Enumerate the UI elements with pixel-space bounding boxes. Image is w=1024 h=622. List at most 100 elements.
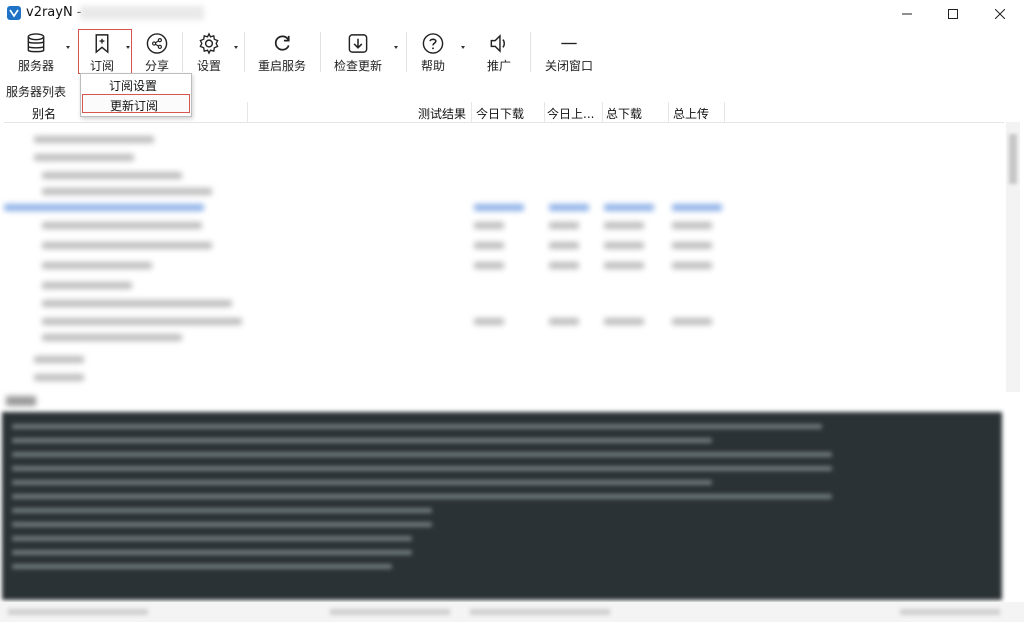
gear-icon <box>199 32 219 55</box>
promote-button[interactable]: 推广 <box>482 30 516 74</box>
speaker-icon <box>490 34 505 53</box>
window-title: v2rayN - <box>26 5 82 20</box>
column-divider <box>602 102 603 122</box>
share-button[interactable]: 分享 <box>140 30 174 74</box>
log-panel[interactable] <box>2 412 1002 600</box>
servers-label: 服务器 <box>17 59 54 73</box>
log-line <box>12 452 832 457</box>
list-item[interactable] <box>42 282 132 289</box>
log-line <box>12 550 412 555</box>
column-header-total-up[interactable]: 总上传 <box>673 105 709 122</box>
log-line <box>12 424 822 429</box>
bookmark-plus-icon <box>95 34 109 54</box>
list-item[interactable] <box>42 222 202 229</box>
list-item[interactable] <box>42 300 232 307</box>
help-dropdown-arrow[interactable] <box>461 46 465 49</box>
list-item <box>604 222 644 229</box>
subscription-dropdown-arrow[interactable] <box>126 46 130 49</box>
refresh-icon <box>274 35 290 51</box>
menu-item-label: 更新订阅 <box>110 99 159 113</box>
list-item <box>549 318 579 325</box>
list-item[interactable] <box>42 334 182 341</box>
list-item[interactable] <box>34 154 134 161</box>
title-bar: v2rayN - <box>0 0 1024 28</box>
list-item <box>474 262 504 269</box>
list-item <box>549 262 579 269</box>
minimize-button[interactable] <box>884 0 930 28</box>
share-icon <box>146 33 168 54</box>
status-text-blurred <box>470 609 610 615</box>
settings-label: 设置 <box>196 59 221 73</box>
toolbar-separator <box>244 32 245 72</box>
list-item-selected <box>474 204 524 211</box>
column-divider <box>544 102 545 122</box>
toolbar: 服务器 订阅 分享 设置 重启服务 检查更新 帮助 推广 关闭窗口 <box>0 28 1024 76</box>
column-header-today-down[interactable]: 今日下载 <box>476 105 524 122</box>
grid-scroll-thumb[interactable] <box>1009 134 1017 184</box>
subscription-button[interactable]: 订阅 <box>82 30 122 74</box>
list-item-selected[interactable] <box>4 204 204 211</box>
server-list-grid[interactable]: 别名 测试结果 今日下载 今日上... 总下载 总上传 <box>0 102 1024 394</box>
close-icon <box>995 9 1005 19</box>
server-list-title: 服务器列表 <box>6 85 67 99</box>
list-item[interactable] <box>42 242 212 249</box>
check-update-button[interactable]: 检查更新 <box>330 30 386 74</box>
list-item[interactable] <box>42 318 242 325</box>
status-bar <box>0 602 1024 622</box>
column-divider <box>724 102 725 122</box>
list-item[interactable] <box>42 262 152 269</box>
download-icon <box>348 34 368 53</box>
column-header-test-result[interactable]: 测试结果 <box>418 105 466 122</box>
servers-button[interactable]: 服务器 <box>14 30 58 74</box>
column-header-alias[interactable]: 别名 <box>32 105 56 122</box>
database-icon <box>27 33 45 53</box>
list-item <box>474 242 504 249</box>
grid-scrollbar[interactable] <box>1006 122 1020 392</box>
column-divider <box>471 102 472 122</box>
settings-button[interactable]: 设置 <box>192 30 226 74</box>
close-window-button[interactable]: 关闭窗口 <box>542 30 596 74</box>
servers-dropdown-arrow[interactable] <box>66 46 70 49</box>
close-window-label: 关闭窗口 <box>544 59 593 73</box>
log-line <box>12 536 412 541</box>
update-dropdown-arrow[interactable] <box>394 46 398 49</box>
status-text-blurred <box>330 609 450 615</box>
log-line <box>12 564 392 569</box>
list-item <box>672 318 712 325</box>
list-item[interactable] <box>42 188 212 195</box>
list-item[interactable] <box>34 136 154 143</box>
maximize-button[interactable] <box>930 0 976 28</box>
minimize-icon <box>902 13 912 15</box>
status-text-blurred <box>900 609 1000 615</box>
log-line <box>12 438 712 443</box>
list-item[interactable] <box>34 356 84 363</box>
help-icon <box>422 33 444 54</box>
list-item <box>604 262 644 269</box>
minus-icon <box>561 42 577 45</box>
toolbar-separator <box>320 32 321 72</box>
help-button[interactable]: 帮助 <box>416 30 450 74</box>
menu-item-subscription-settings[interactable]: 订阅设置 <box>82 75 190 94</box>
list-item-selected <box>672 204 722 211</box>
share-label: 分享 <box>144 59 169 73</box>
close-button[interactable] <box>977 0 1023 28</box>
list-item <box>672 242 712 249</box>
list-item <box>474 318 504 325</box>
list-item-selected <box>604 204 654 211</box>
menu-item-update-subscription[interactable]: 更新订阅 <box>82 94 190 113</box>
list-item[interactable] <box>42 172 182 179</box>
list-item <box>672 222 712 229</box>
log-line <box>12 508 432 513</box>
column-header-today-up[interactable]: 今日上... <box>547 105 594 122</box>
column-divider <box>247 102 248 122</box>
column-header-total-down[interactable]: 总下载 <box>606 105 642 122</box>
toolbar-separator <box>406 32 407 72</box>
list-item <box>604 242 644 249</box>
log-line <box>12 466 832 471</box>
app-logo-icon <box>7 6 21 20</box>
maximize-icon <box>948 9 958 19</box>
settings-dropdown-arrow[interactable] <box>234 46 238 49</box>
help-label: 帮助 <box>420 59 445 73</box>
restart-service-button[interactable]: 重启服务 <box>254 30 310 74</box>
list-item[interactable] <box>34 374 84 381</box>
